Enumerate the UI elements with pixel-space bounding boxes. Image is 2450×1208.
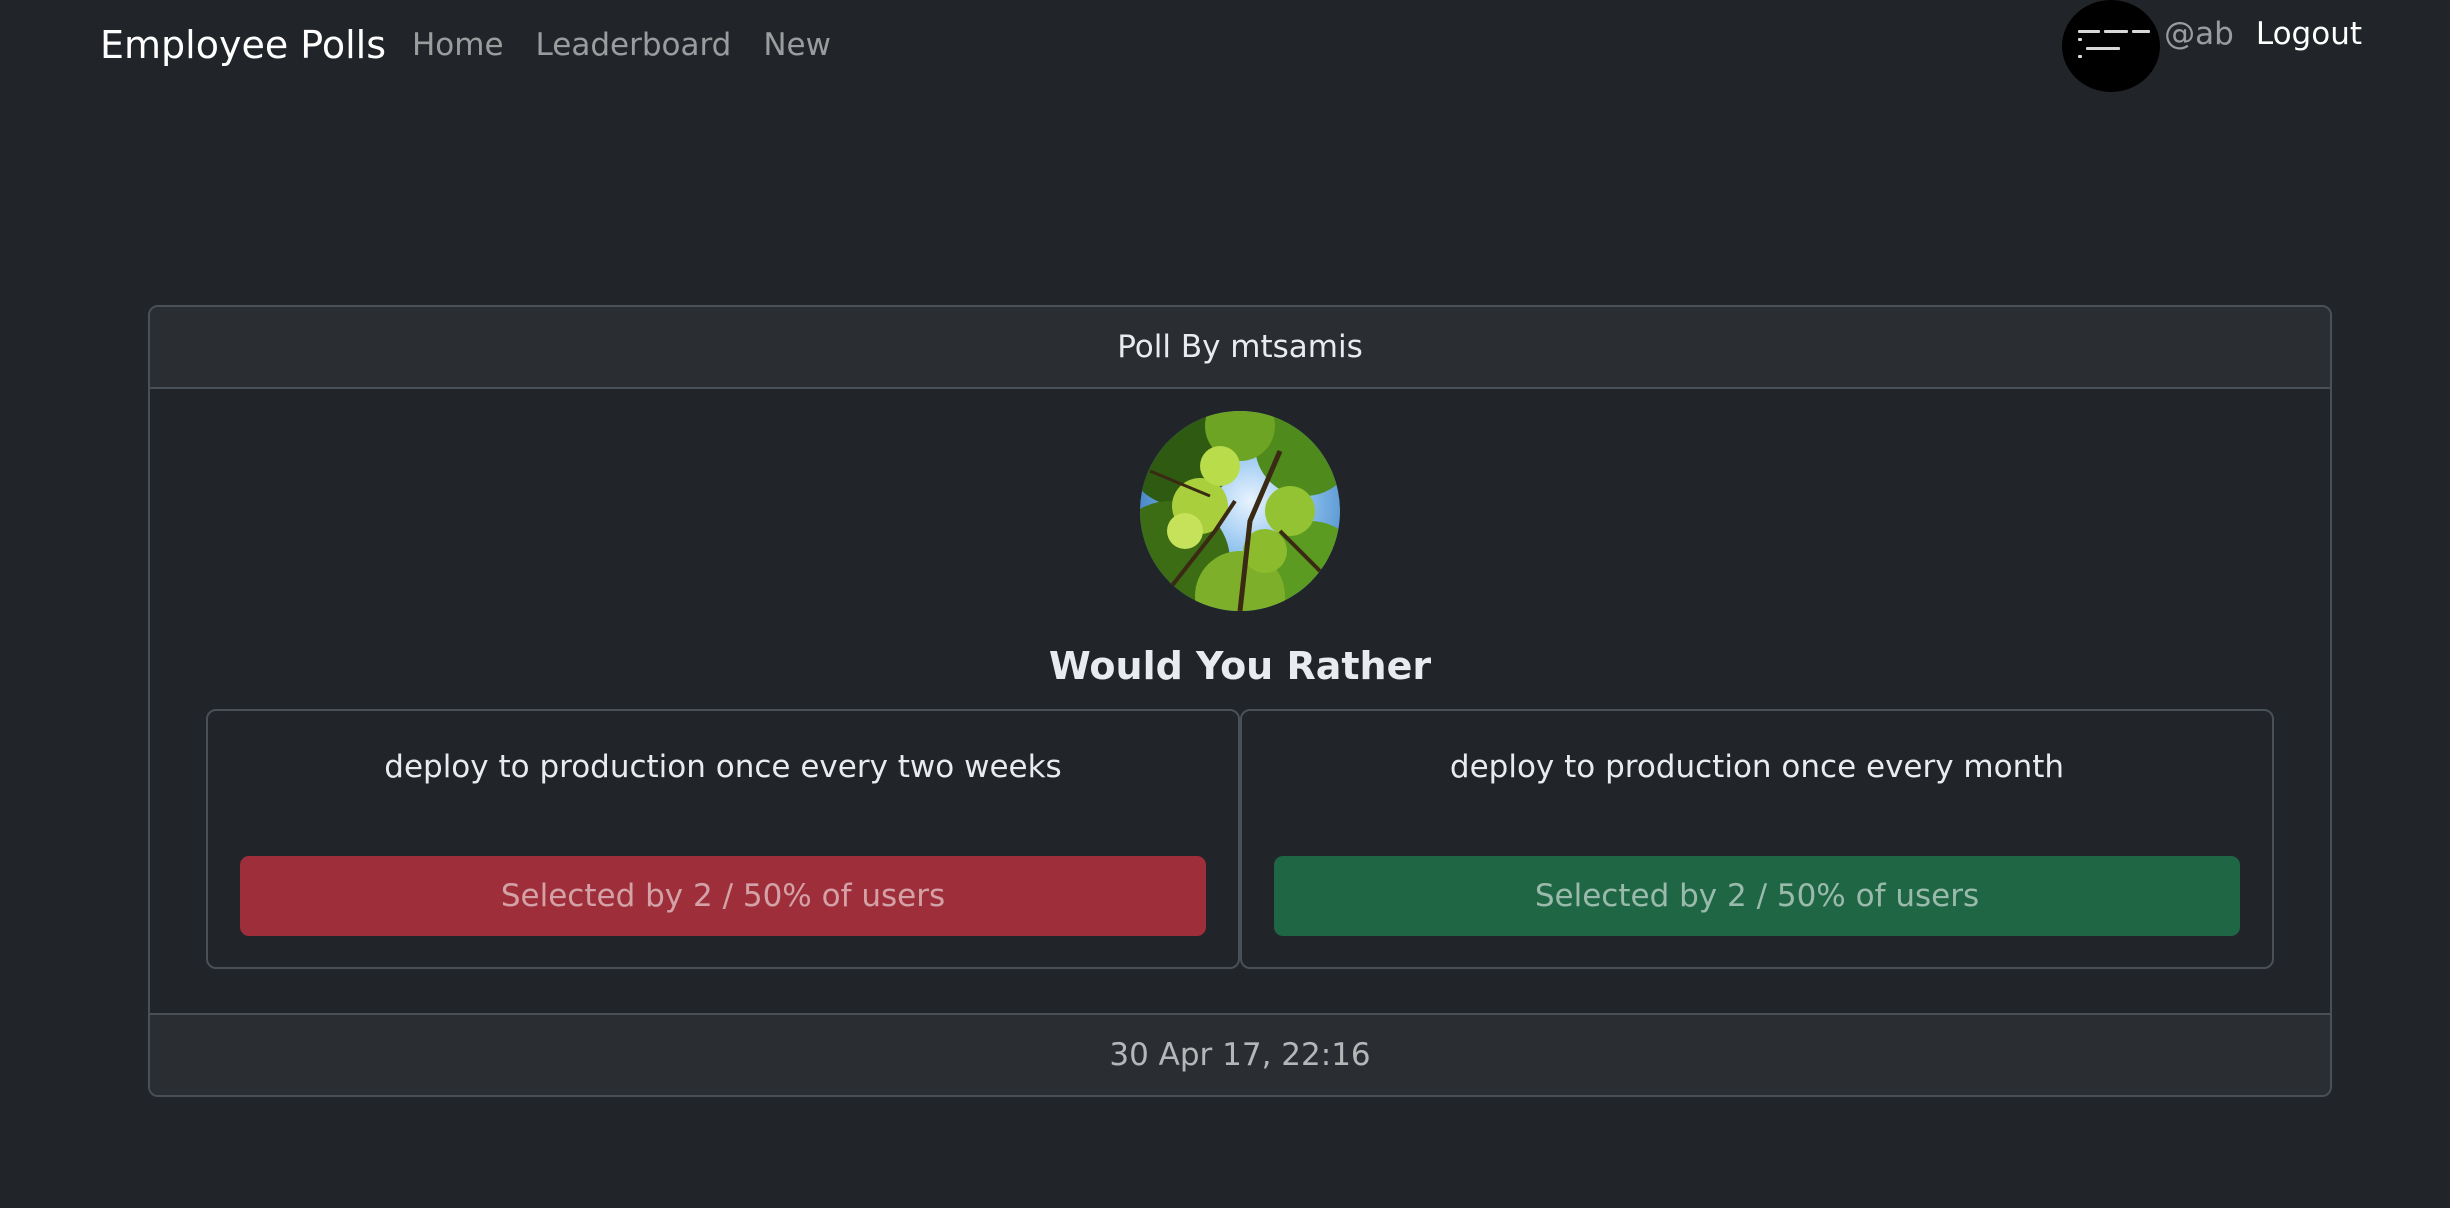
option-one-result-button[interactable]: Selected by 2 / 50% of users: [240, 856, 1206, 936]
option-one-text: deploy to production once every two week…: [384, 749, 1062, 785]
option-two: deploy to production once every month Se…: [1240, 709, 2274, 969]
nav-links: Home Leaderboard New: [412, 20, 831, 70]
nav-link-home[interactable]: Home: [412, 27, 504, 63]
user-avatar: [2062, 0, 2161, 92]
poll-title: Would You Rather: [1048, 644, 1432, 688]
navbar: Employee Polls Home Leaderboard New @ab …: [0, 0, 2450, 92]
logout-link[interactable]: Logout: [2256, 16, 2362, 52]
poll-timestamp: 30 Apr 17, 22:16: [150, 1013, 2330, 1095]
option-two-text: deploy to production once every month: [1449, 749, 2065, 785]
author-avatar: [1140, 411, 1340, 611]
poll-body: Would You Rather deploy to production on…: [150, 389, 2330, 1013]
poll-card: Poll By mtsamis Would You Rather deploy …: [148, 305, 2332, 1097]
brand-link[interactable]: Employee Polls: [100, 20, 386, 70]
option-two-result-button[interactable]: Selected by 2 / 50% of users: [1274, 856, 2240, 936]
option-one: deploy to production once every two week…: [206, 709, 1240, 969]
nav-link-leaderboard[interactable]: Leaderboard: [536, 27, 732, 63]
user-area: @ab Logout: [2062, 0, 2362, 92]
nav-link-new[interactable]: New: [763, 27, 831, 63]
poll-header: Poll By mtsamis: [150, 307, 2330, 389]
user-handle: @ab: [2164, 16, 2234, 52]
